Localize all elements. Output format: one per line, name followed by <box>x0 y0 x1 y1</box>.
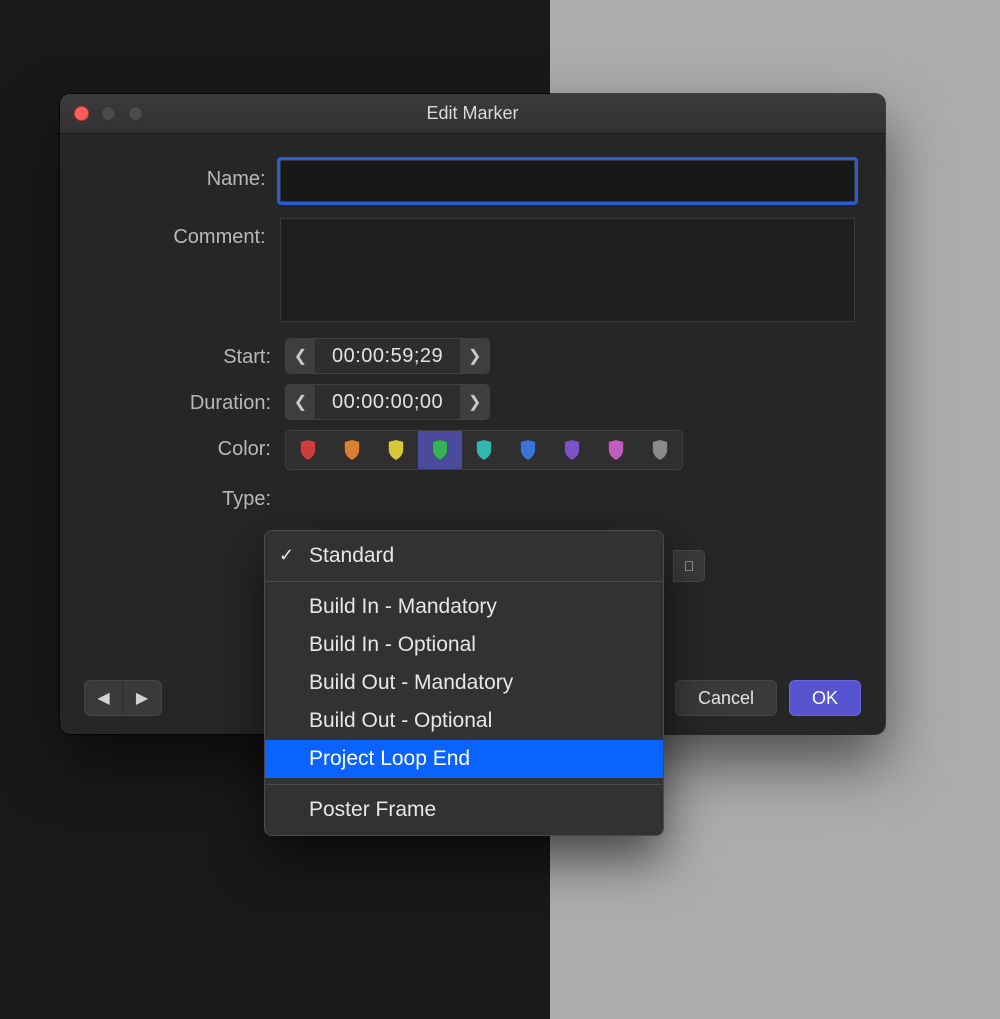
type-option[interactable]: Build Out - Mandatory <box>265 664 663 702</box>
shield-icon <box>386 438 406 462</box>
type-dropdown-menu: ✓ Standard Build In - Mandatory Build In - … <box>264 530 664 836</box>
shield-icon <box>342 438 362 462</box>
start-label: Start: <box>90 338 285 369</box>
triangle-left-icon: ◀ <box>97 688 109 708</box>
shield-icon <box>606 438 626 462</box>
zoom-icon[interactable] <box>128 106 143 121</box>
duration-decrement-button[interactable]: ❮ <box>286 385 316 419</box>
type-option[interactable]: Build In - Mandatory <box>265 588 663 626</box>
cancel-button[interactable]: Cancel <box>675 680 777 716</box>
window-controls <box>74 106 143 121</box>
triangle-right-icon: ▶ <box>136 688 148 708</box>
color-swatch-green[interactable] <box>418 431 462 469</box>
name-input[interactable] <box>280 160 855 202</box>
type-option[interactable]: Poster Frame <box>265 791 663 829</box>
type-option-label: Project Loop End <box>309 747 470 770</box>
color-swatch-teal[interactable] <box>462 431 506 469</box>
type-option[interactable]: Build In - Optional <box>265 626 663 664</box>
shield-icon <box>298 438 318 462</box>
start-stepper: ❮ 00:00:59;29 ❯ <box>285 338 490 374</box>
shield-icon <box>650 438 670 462</box>
shield-icon <box>430 438 450 462</box>
close-icon[interactable] <box>74 106 89 121</box>
chevron-left-icon: ❮ <box>294 346 307 366</box>
ok-button[interactable]: OK <box>789 680 861 716</box>
chevron-right-icon: ❯ <box>468 346 481 366</box>
start-decrement-button[interactable]: ❮ <box>286 339 316 373</box>
duration-increment-button[interactable]: ❯ <box>459 385 489 419</box>
type-option-label: Build In - Mandatory <box>309 595 497 618</box>
type-option-label: Build Out - Mandatory <box>309 671 513 694</box>
shield-icon <box>562 438 582 462</box>
color-swatch-blue[interactable] <box>506 431 550 469</box>
type-option-label: Standard <box>309 544 394 567</box>
duration-value[interactable]: 00:00:00;00 <box>316 385 459 419</box>
color-swatch-purple[interactable] <box>550 431 594 469</box>
type-label: Type: <box>90 480 285 511</box>
type-option[interactable]: ✓ Standard <box>265 537 663 575</box>
chevron-left-icon: ❮ <box>294 392 307 412</box>
duration-stepper: ❮ 00:00:00;00 ❯ <box>285 384 490 420</box>
menu-separator <box>266 784 662 785</box>
name-label: Name: <box>90 160 280 191</box>
type-option-label: Poster Frame <box>309 798 436 821</box>
color-picker <box>285 430 683 470</box>
window-title: Edit Marker <box>426 103 518 124</box>
type-option[interactable]: Project Loop End <box>265 740 663 778</box>
color-swatch-magenta[interactable] <box>594 431 638 469</box>
chevron-right-icon: ❯ <box>468 392 481 412</box>
start-increment-button[interactable]: ❯ <box>459 339 489 373</box>
titlebar: Edit Marker <box>60 94 885 134</box>
form: Name: Comment: Start: ❮ 00:00:59;29 ❯ Du… <box>60 134 885 541</box>
shield-icon <box>474 438 494 462</box>
type-option-label: Build In - Optional <box>309 633 476 656</box>
prev-marker-button[interactable]: ◀ <box>85 681 123 715</box>
next-marker-button[interactable]: ▶ <box>123 681 161 715</box>
type-option-label: Build Out - Optional <box>309 709 492 732</box>
marker-nav: ◀ ▶ <box>84 680 162 716</box>
updown-icon: 􀆈 <box>684 558 695 574</box>
start-value[interactable]: 00:00:59;29 <box>316 339 459 373</box>
comment-input[interactable] <box>280 218 855 322</box>
ok-button-label: OK <box>812 688 838 708</box>
color-label: Color: <box>90 430 285 461</box>
color-swatch-red[interactable] <box>286 431 330 469</box>
shield-icon <box>518 438 538 462</box>
cancel-button-label: Cancel <box>698 688 754 708</box>
check-icon: ✓ <box>279 545 294 566</box>
comment-label: Comment: <box>90 218 280 249</box>
type-option[interactable]: Build Out - Optional <box>265 702 663 740</box>
color-swatch-orange[interactable] <box>330 431 374 469</box>
minimize-icon[interactable] <box>101 106 116 121</box>
type-popup-button[interactable]: 􀆈 <box>673 550 705 582</box>
color-swatch-gray[interactable] <box>638 431 682 469</box>
color-swatch-yellow[interactable] <box>374 431 418 469</box>
menu-separator <box>266 581 662 582</box>
duration-label: Duration: <box>90 384 285 415</box>
